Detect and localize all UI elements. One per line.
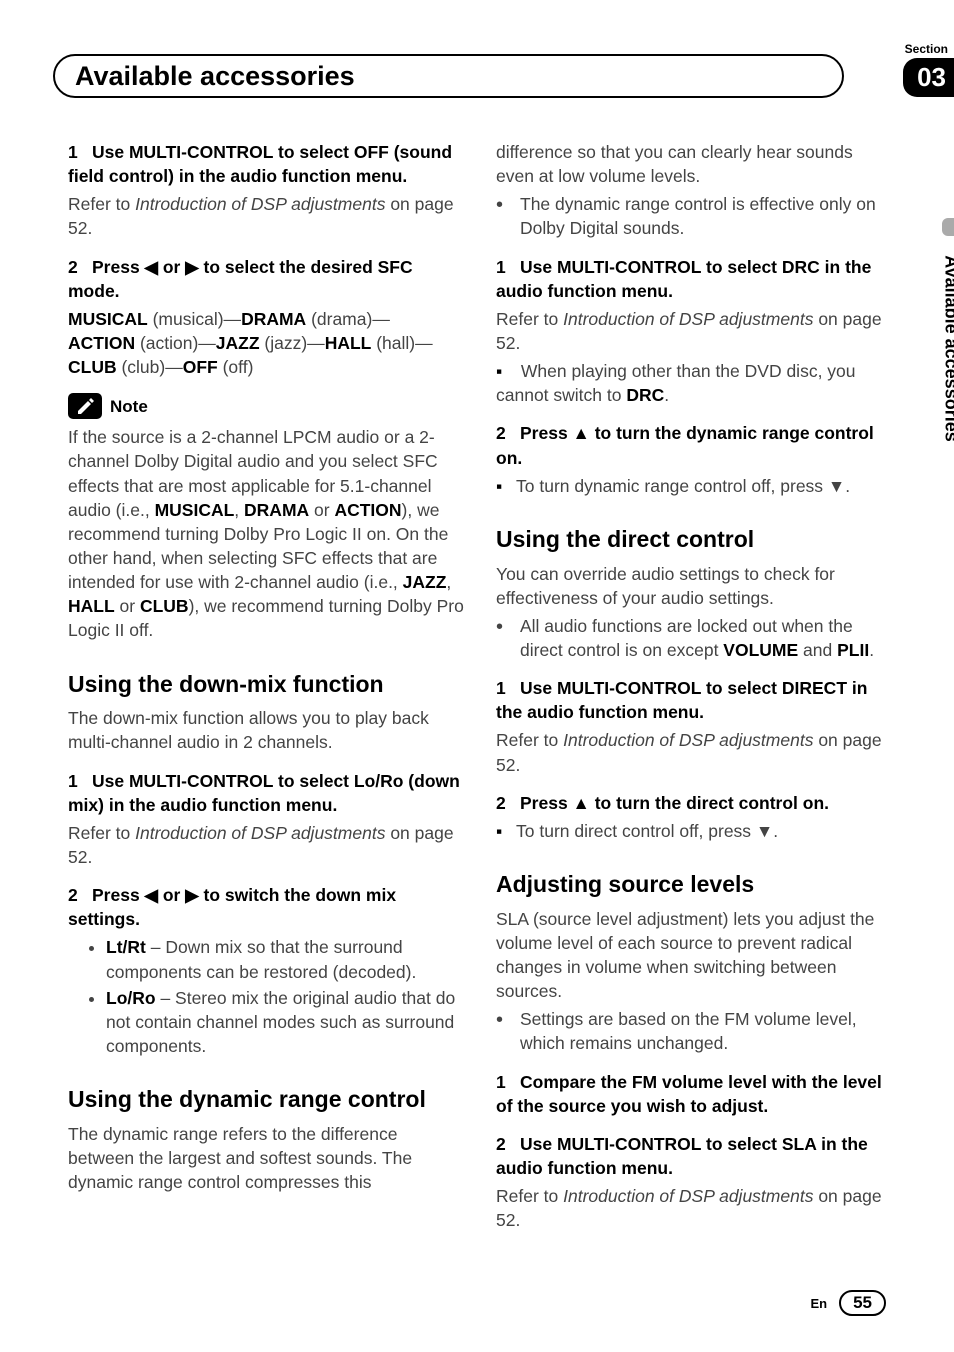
sla-step-2-head: 2Use MULTI-CONTROL to select SLA in the … (496, 1132, 894, 1180)
heading-downmix: Using the down-mix function (68, 669, 466, 701)
note-body: If the source is a 2-channel LPCM audio … (68, 425, 466, 642)
drc-note-list: The dynamic range control is effective o… (496, 192, 894, 240)
dir-step-1-head: 1Use MULTI-CONTROL to select DIRECT in t… (496, 676, 894, 724)
step-2-head: 2Press ◀ or ▶ to select the desired SFC … (68, 255, 466, 303)
page-footer: En 55 (810, 1290, 886, 1316)
section-label: Section (903, 42, 948, 56)
heading-drc: Using the dynamic range control (68, 1084, 466, 1116)
section-badge: Section 03 (903, 42, 954, 97)
step-1-head: 1Use MULTI-CONTROL to select OFF (sound … (68, 140, 466, 188)
drc-step-1-note: When playing other than the DVD disc, yo… (496, 359, 894, 407)
footer-language: En (810, 1296, 827, 1311)
side-tab-notch (942, 218, 954, 236)
sla-step-1-head: 1Compare the FM volume level with the le… (496, 1070, 894, 1118)
dm-step-1-body: Refer to Introduction of DSP adjustments… (68, 821, 466, 869)
list-item: The dynamic range control is effective o… (496, 192, 894, 240)
right-column: difference so that you can clearly hear … (496, 140, 894, 1236)
list-item: Settings are based on the FM volume leve… (496, 1007, 894, 1055)
drc-step-2-head: 2Press ▲ to turn the dynamic range contr… (496, 421, 894, 469)
downmix-intro: The down-mix function allows you to play… (68, 706, 466, 754)
sla-note-list: Settings are based on the FM volume leve… (496, 1007, 894, 1055)
heading-sla: Adjusting source levels (496, 869, 894, 901)
page-header: Available accessories Section 03 (68, 50, 894, 110)
step-1-body: Refer to Introduction of DSP adjustments… (68, 192, 466, 240)
dm-step-1-head: 1Use MULTI-CONTROL to select Lo/Ro (down… (68, 769, 466, 817)
list-item: Lt/Rt – Down mix so that the surround co… (106, 935, 466, 983)
side-tab: Available accessories (922, 218, 954, 478)
drc-step-1-head: 1Use MULTI-CONTROL to select DRC in the … (496, 255, 894, 303)
dir-step-2-note: To turn direct control off, press ▼. (496, 819, 894, 843)
sfc-options: MUSICAL (musical)—DRAMA (drama)— ACTION … (68, 307, 466, 379)
list-item: All audio functions are locked out when … (496, 614, 894, 662)
content-columns: 1Use MULTI-CONTROL to select OFF (sound … (68, 140, 894, 1236)
drc-step-2-note: To turn dynamic range control off, press… (496, 474, 894, 498)
dir-step-1-body: Refer to Introduction of DSP adjustments… (496, 728, 894, 776)
direct-intro: You can override audio settings to check… (496, 562, 894, 610)
sla-step-2-body: Refer to Introduction of DSP adjustments… (496, 1184, 894, 1232)
note-label: Note (110, 395, 148, 418)
pencil-icon (68, 393, 102, 419)
section-number: 03 (903, 58, 954, 97)
page: Available accessories Section 03 Availab… (0, 0, 954, 1352)
header-pill: Available accessories (53, 54, 844, 98)
dm-step-2-head: 2Press ◀ or ▶ to switch the down mix set… (68, 883, 466, 931)
drc-cont: difference so that you can clearly hear … (496, 140, 894, 188)
header-title: Available accessories (75, 61, 355, 92)
list-item: Lo/Ro – Stereo mix the original audio th… (106, 986, 466, 1058)
footer-page-number: 55 (839, 1290, 886, 1316)
heading-direct: Using the direct control (496, 524, 894, 556)
dir-step-2-head: 2Press ▲ to turn the direct control on. (496, 791, 894, 815)
drc-step-1-body: Refer to Introduction of DSP adjustments… (496, 307, 894, 355)
note-header: Note (68, 393, 466, 419)
drc-intro: The dynamic range refers to the differen… (68, 1122, 466, 1194)
side-tab-text: Available accessories (940, 255, 954, 441)
direct-note-list: All audio functions are locked out when … (496, 614, 894, 662)
sla-intro: SLA (source level adjustment) lets you a… (496, 907, 894, 1004)
left-column: 1Use MULTI-CONTROL to select OFF (sound … (68, 140, 466, 1236)
downmix-options: Lt/Rt – Down mix so that the surround co… (68, 935, 466, 1058)
